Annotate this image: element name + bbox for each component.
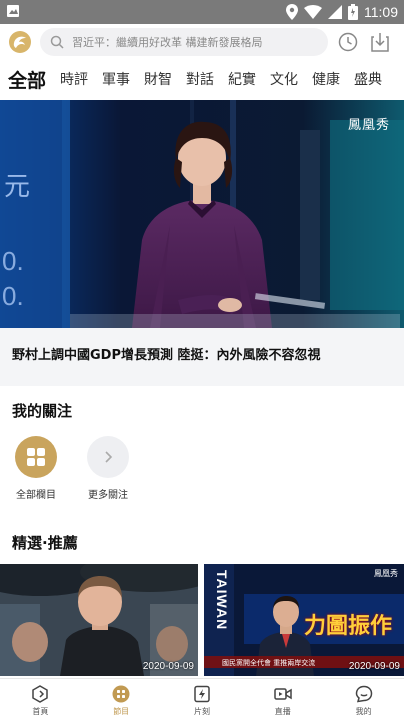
nav-programs[interactable]: 節目: [81, 679, 162, 720]
channel-watermark: 鳳凰秀: [347, 118, 390, 133]
tab-commentary[interactable]: 時評: [60, 69, 88, 89]
lightning-icon: [194, 685, 210, 703]
history-icon[interactable]: [338, 32, 358, 52]
profile-icon: [355, 685, 372, 703]
search-bar[interactable]: 習近平：繼續用好改革 構建新發展格局: [40, 28, 328, 56]
follow-label: 全部欄目: [16, 490, 56, 501]
card-thumbnail: [0, 564, 198, 676]
svg-text:0.: 0.: [2, 246, 24, 276]
hero-caption-bar[interactable]: 野村上調中國GDP增長預測 陸挺：內外風險不容忽視: [0, 328, 404, 376]
wifi-icon: [304, 5, 322, 19]
program-icon: [112, 685, 130, 703]
my-follows-title: 我的關注: [12, 402, 73, 420]
hero-video-thumbnail[interactable]: 元 0. 0. 鳳凰秀: [0, 100, 404, 328]
signal-icon: [328, 5, 342, 19]
image-notification-icon: [7, 5, 19, 17]
follow-more[interactable]: 更多關注: [78, 436, 138, 501]
category-tabs: 全部 時評 軍事 財智 對話 紀實 文化 健康 盛典: [0, 62, 404, 96]
nav-moments[interactable]: 片刻: [162, 679, 243, 720]
live-video-icon: [274, 688, 292, 700]
tab-all[interactable]: 全部: [8, 66, 46, 93]
nav-label: 直播: [274, 707, 291, 716]
follow-all-columns[interactable]: 全部欄目: [6, 436, 66, 501]
tab-gala[interactable]: 盛典: [354, 69, 382, 89]
tab-military[interactable]: 軍事: [102, 69, 130, 89]
recommend-card[interactable]: TAIWAN 力圖振作 鳳凰秀 國民黨開全代會 重推兩岸交流 2020-09-0…: [204, 564, 404, 676]
download-icon[interactable]: [370, 31, 390, 53]
card-date: 2020-09-09: [348, 661, 400, 672]
nav-home[interactable]: 首頁: [0, 679, 81, 720]
card-side-text: TAIWAN: [214, 570, 230, 631]
tab-culture[interactable]: 文化: [270, 69, 298, 89]
nav-live[interactable]: 直播: [242, 679, 323, 720]
card-date: 2020-09-09: [142, 661, 194, 672]
card-ticker: 國民黨開全代會 重推兩岸交流: [222, 659, 316, 667]
tab-documentary[interactable]: 紀實: [228, 69, 256, 89]
search-icon: [50, 35, 64, 49]
recommend-title: 精選·推薦: [12, 534, 78, 552]
nav-label: 節目: [113, 707, 130, 716]
tab-dialogue[interactable]: 對話: [186, 69, 214, 89]
svg-text:元: 元: [4, 171, 30, 201]
top-bar: 習近平：繼續用好改革 構建新發展格局: [0, 24, 404, 60]
tab-health[interactable]: 健康: [312, 69, 340, 89]
tab-finance[interactable]: 財智: [144, 69, 172, 89]
search-placeholder: 習近平：繼續用好改革 構建新發展格局: [72, 36, 263, 49]
battery-icon: [348, 4, 358, 20]
hero-headline: 野村上調中國GDP增長預測 陸挺：內外風險不容忽視: [12, 348, 321, 363]
hero-image: 元 0. 0.: [0, 100, 404, 328]
nav-label: 我的: [355, 707, 372, 716]
home-icon: [32, 685, 49, 703]
section-divider: [0, 376, 404, 386]
bottom-nav: 首頁 節目 片刻 直播 我的: [0, 678, 404, 720]
nav-label: 片刻: [193, 707, 210, 716]
status-time: 11:09: [364, 4, 398, 20]
recommend-card[interactable]: 2020-09-09: [0, 564, 198, 676]
location-icon: [286, 4, 298, 20]
nav-label: 首頁: [32, 707, 49, 716]
card-watermark: 鳳凰秀: [374, 569, 398, 578]
svg-text:0.: 0.: [2, 281, 24, 311]
follow-label: 更多關注: [88, 490, 128, 501]
nav-profile[interactable]: 我的: [323, 679, 404, 720]
grid-icon: [15, 436, 57, 478]
card-banner-text: 力圖振作: [304, 614, 393, 639]
phoenix-logo[interactable]: [8, 30, 32, 54]
status-bar: 11:09: [0, 0, 404, 24]
chevron-right-icon: [87, 436, 129, 478]
